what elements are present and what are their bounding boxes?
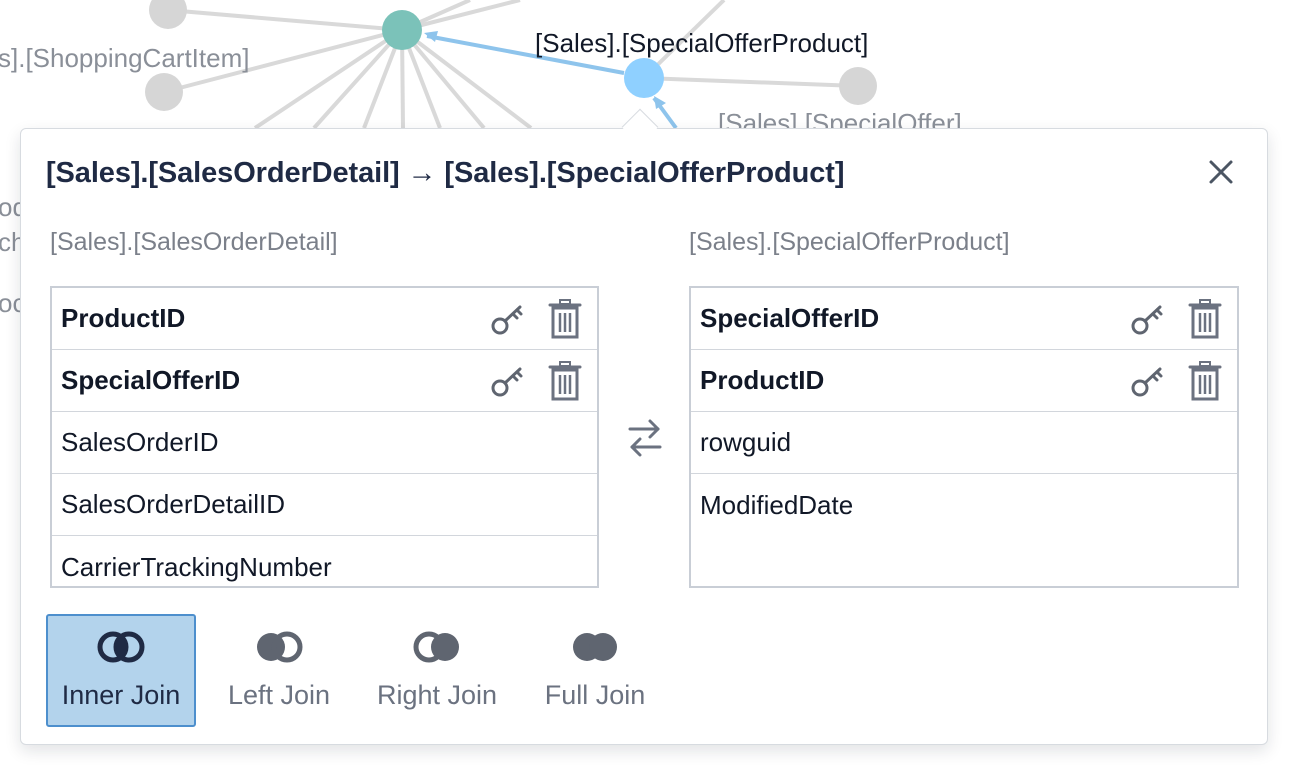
join-label: Left Join (227, 680, 331, 710)
right-field-row[interactable]: ModifiedDate (691, 474, 1237, 536)
key-icon[interactable] (1127, 297, 1171, 341)
join-options: Inner Join Left Join Right Join Full Joi… (46, 614, 670, 728)
join-label: Full Join (544, 680, 646, 710)
full-join-button[interactable]: Full Join (520, 614, 670, 727)
trash-icon[interactable] (543, 359, 587, 403)
row-actions (487, 288, 587, 349)
row-actions (1127, 288, 1227, 349)
field-name: ProductID (700, 365, 825, 395)
graph-label-special-offer-product: [Sales].[SpecialOfferProduct] (535, 28, 869, 58)
graph-edge (167, 8, 403, 32)
popup-title: [Sales].[SalesOrderDetail] → [Sales].[Sp… (46, 157, 845, 189)
right-field-row[interactable]: SpecialOfferID (691, 288, 1237, 350)
close-button[interactable] (1202, 155, 1240, 193)
trash-icon[interactable] (543, 297, 587, 341)
left-join-icon (251, 628, 307, 666)
field-name: SalesOrderDetailID (61, 489, 285, 519)
trash-icon[interactable] (1183, 297, 1227, 341)
left-field-list: ProductID SpecialOfferID SalesOrderID Sa… (50, 286, 599, 588)
right-join-icon (409, 628, 465, 666)
join-label: Right Join (376, 680, 498, 710)
graph-node (145, 73, 183, 111)
key-icon[interactable] (487, 359, 531, 403)
field-name: SalesOrderID (61, 427, 219, 457)
left-field-row[interactable]: CarrierTrackingNumber (52, 536, 597, 586)
left-field-row[interactable]: ProductID (52, 288, 597, 350)
relationship-editor-screen: s].[ShoppingCartItem] [Sales].[SpecialOf… (0, 0, 1294, 768)
left-join-button[interactable]: Left Join (204, 614, 354, 727)
left-field-row[interactable]: SalesOrderID (52, 412, 597, 474)
graph-node-target (624, 58, 664, 98)
graph-node-source (382, 10, 422, 50)
graph-node (149, 0, 187, 29)
swap-arrows-icon[interactable] (625, 416, 665, 460)
inner-join-button[interactable]: Inner Join (46, 614, 196, 727)
graph-node (839, 67, 877, 105)
key-icon[interactable] (487, 297, 531, 341)
right-join-button[interactable]: Right Join (362, 614, 512, 727)
field-name: rowguid (700, 427, 792, 457)
inner-join-icon (93, 628, 149, 666)
field-name: ModifiedDate (700, 489, 854, 520)
field-name: SpecialOfferID (700, 303, 880, 333)
full-join-icon (567, 628, 623, 666)
graph-edge (643, 76, 859, 88)
field-name: ProductID (61, 303, 186, 333)
graph-label-shopping-cart-item: s].[ShoppingCartItem] (0, 43, 250, 73)
graph-arrowhead (424, 31, 438, 42)
key-icon[interactable] (1127, 359, 1171, 403)
field-name: CarrierTrackingNumber (61, 551, 332, 582)
right-field-row[interactable]: rowguid (691, 412, 1237, 474)
row-actions (487, 350, 587, 411)
close-icon (1207, 158, 1235, 191)
right-field-row[interactable]: ProductID (691, 350, 1237, 412)
left-field-row[interactable]: SpecialOfferID (52, 350, 597, 412)
join-label: Inner Join (61, 680, 181, 710)
right-field-list: SpecialOfferID ProductID rowguid Modifie… (689, 286, 1239, 588)
left-field-row[interactable]: SalesOrderDetailID (52, 474, 597, 536)
relationship-popup: [Sales].[SalesOrderDetail] → [Sales].[Sp… (20, 128, 1268, 745)
field-name: SpecialOfferID (61, 365, 241, 395)
left-table-title: [Sales].[SalesOrderDetail] (50, 228, 338, 256)
right-table-title: [Sales].[SpecialOfferProduct] (689, 228, 1010, 256)
trash-icon[interactable] (1183, 359, 1227, 403)
row-actions (1127, 350, 1227, 411)
